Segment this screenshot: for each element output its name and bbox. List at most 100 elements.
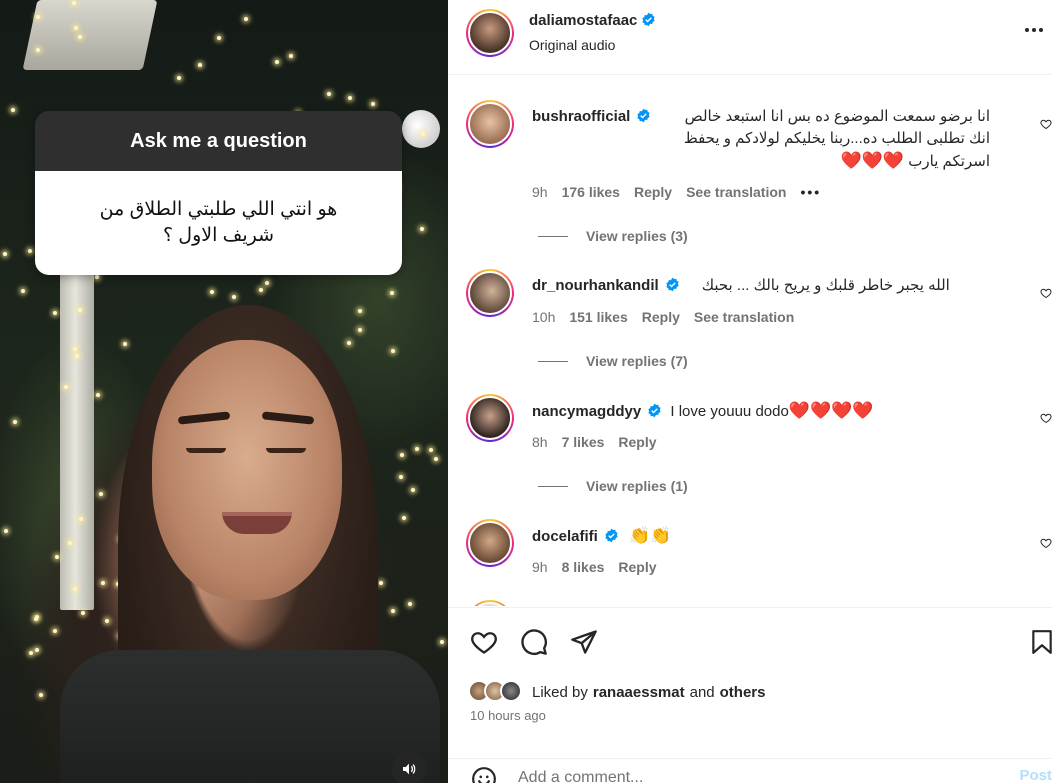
fairy-light [28, 248, 33, 253]
fairy-light [265, 281, 270, 286]
comment-meta: 9h 176 likes Reply See translation ••• [532, 184, 821, 200]
fairy-light [35, 14, 40, 19]
commenter-avatar[interactable] [466, 394, 514, 442]
eye-right [266, 448, 306, 453]
fairy-light [39, 693, 44, 698]
liked-by: Liked by ranaaessmat and others [468, 680, 765, 704]
fairy-light [399, 452, 404, 457]
view-replies-button[interactable]: View replies (1) [538, 478, 688, 494]
commenter-avatar[interactable] [466, 519, 514, 567]
fairy-light [259, 287, 264, 292]
fairy-light [12, 420, 17, 425]
fairy-light [101, 581, 106, 586]
comments-list[interactable]: bushraofficial انا برضو سمعت الموضوع ده … [448, 76, 1052, 606]
heart-emoji: ❤️❤️❤️ [840, 151, 905, 170]
post-comment-button[interactable]: Post [1019, 767, 1052, 783]
comment-options-button[interactable]: ••• [800, 184, 821, 200]
commenter-avatar[interactable] [466, 269, 514, 317]
fairy-light [72, 347, 77, 352]
fairy-light [379, 580, 384, 585]
like-button[interactable] [468, 626, 500, 658]
fairy-light [326, 92, 331, 97]
fairy-light [217, 36, 222, 41]
fairy-light [347, 95, 352, 100]
question-sticker: Ask me a question هو انتي اللي طلبتي الط… [35, 111, 402, 275]
commenter-username[interactable]: nancymagddyy [532, 403, 641, 420]
fairy-light [411, 488, 416, 493]
mouth [222, 512, 292, 534]
bookmark-icon [1032, 630, 1052, 654]
comment-text: I love youuu dodo [670, 403, 789, 420]
fairy-light [420, 227, 425, 232]
fairy-light [428, 448, 433, 453]
comment-likes[interactable]: 7 likes [562, 434, 605, 450]
liked-by-others[interactable]: others [720, 684, 766, 701]
fairy-light [398, 474, 403, 479]
comment-icon [521, 629, 547, 655]
audio-label[interactable]: Original audio [529, 37, 615, 53]
emoji-button[interactable] [468, 763, 500, 783]
like-comment-icon[interactable] [1040, 412, 1052, 424]
liked-by-avatars[interactable] [468, 680, 536, 704]
see-translation-button[interactable]: See translation [694, 309, 794, 325]
fairy-light [94, 275, 99, 280]
reply-button[interactable]: Reply [618, 559, 656, 575]
commenter-username[interactable]: docelafifi [532, 528, 598, 545]
verified-badge-icon [666, 277, 679, 292]
commenter-avatar[interactable] [466, 600, 514, 606]
fairy-light [3, 251, 8, 256]
save-button[interactable] [1026, 626, 1052, 658]
post-panel: daliamostafaac Original audio bushraoffi… [448, 0, 1052, 783]
fairy-light [433, 456, 438, 461]
clap-emoji: 👏👏 [629, 526, 672, 545]
fairy-light [274, 60, 279, 65]
liked-by-and: and [689, 683, 715, 701]
reply-button[interactable]: Reply [642, 309, 680, 325]
view-replies-button[interactable]: View replies (3) [538, 228, 688, 244]
fairy-light [67, 540, 72, 545]
comment-input[interactable] [518, 765, 938, 783]
eye-left [186, 448, 226, 453]
view-replies-button[interactable]: View replies (7) [538, 353, 688, 369]
fairy-light [10, 108, 15, 113]
comment-likes[interactable]: 151 likes [569, 309, 627, 325]
author-avatar[interactable] [466, 9, 514, 57]
liked-by-user[interactable]: ranaaessmat [593, 684, 685, 701]
audio-toggle-button[interactable] [392, 752, 426, 783]
fairy-light [53, 310, 58, 315]
heart-icon [471, 632, 497, 654]
author-username[interactable]: daliamostafaac [529, 12, 637, 29]
more-options-button[interactable] [1022, 18, 1050, 42]
comment-likes[interactable]: 176 likes [562, 184, 620, 200]
reply-button[interactable]: Reply [618, 434, 656, 450]
comment-time: 9h [532, 184, 548, 200]
fairy-light [123, 341, 127, 346]
like-comment-icon[interactable] [1040, 287, 1052, 299]
commenter-avatar[interactable] [466, 100, 514, 148]
lantern [402, 110, 440, 148]
fairy-light [358, 328, 363, 333]
share-button[interactable] [568, 626, 600, 658]
commenter-username[interactable]: dr_nourhankandil [532, 277, 659, 294]
more-icon [1025, 28, 1043, 32]
fairy-light [177, 76, 182, 81]
verified-badge-icon [642, 12, 656, 27]
fairy-light [77, 35, 82, 40]
comment-likes[interactable]: 8 likes [562, 559, 605, 575]
comment-button[interactable] [518, 626, 550, 658]
comment-body: bushraofficial انا برضو سمعت الموضوع ده … [532, 106, 990, 173]
see-translation-button[interactable]: See translation [686, 184, 786, 200]
fairy-light [420, 132, 425, 137]
reply-button[interactable]: Reply [634, 184, 672, 200]
comment-meta: 8h 7 likes Reply [532, 434, 657, 450]
like-comment-icon[interactable] [1040, 537, 1052, 549]
post-time[interactable]: 10 hours ago [470, 708, 546, 723]
like-comment-icon[interactable] [1040, 118, 1052, 130]
fairy-light [35, 648, 40, 653]
fairy-light [3, 529, 8, 534]
commenter-username[interactable]: bushraofficial [532, 108, 630, 125]
fairy-light [371, 101, 376, 106]
add-comment-bar: Post [448, 758, 1052, 783]
fairy-light [232, 295, 237, 300]
reel-media[interactable]: Ask me a question هو انتي اللي طلبتي الط… [0, 0, 448, 783]
